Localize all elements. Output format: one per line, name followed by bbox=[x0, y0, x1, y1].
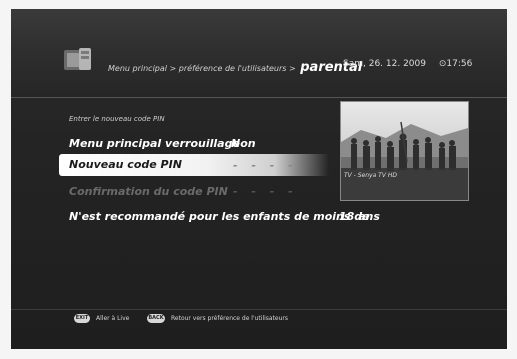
date-text: Sam, 26. 12. 2009 bbox=[343, 59, 426, 69]
confirm-pin-label: Confirmation du code PIN bbox=[69, 185, 228, 198]
back-key-icon[interactable]: BACK bbox=[147, 314, 165, 323]
confirm-pin-row[interactable]: Confirmation du code PIN - - - - bbox=[69, 185, 309, 201]
breadcrumb: Menu principal > préférence de l'utilisa… bbox=[108, 60, 362, 75]
live-tv-image bbox=[341, 102, 468, 200]
new-pin-row[interactable]: Nouveau code PIN - - - - bbox=[59, 154, 329, 176]
header-bar: Menu principal > préférence de l'utilisa… bbox=[11, 9, 507, 97]
time-text: 17:56 bbox=[446, 59, 473, 69]
date-time: Sam, 26. 12. 2009 ⊙17:56 bbox=[343, 59, 472, 69]
tv-menu-screen: Menu principal > préférence de l'utilisa… bbox=[11, 9, 507, 349]
menu-lock-row[interactable]: Menu principal verrouillage Non bbox=[69, 137, 309, 153]
age-rating-label: N'est recommandé pour les enfants de moi… bbox=[69, 210, 370, 223]
breadcrumb-path: Menu principal > préférence de l'utilisa… bbox=[108, 64, 296, 73]
menu-lock-value[interactable]: Non bbox=[231, 137, 256, 150]
menu-lock-label: Menu principal verrouillage bbox=[69, 137, 240, 150]
parental-settings-icon bbox=[64, 48, 91, 70]
channel-caption: TV - Senya TV HD bbox=[344, 172, 397, 179]
new-pin-label: Nouveau code PIN bbox=[69, 158, 182, 171]
exit-key-icon[interactable]: EXIT bbox=[74, 314, 90, 323]
age-rating-row[interactable]: N'est recommandé pour les enfants de moi… bbox=[69, 210, 380, 226]
age-rating-value[interactable]: 18 ans bbox=[339, 210, 380, 223]
new-pin-input[interactable]: - - - - bbox=[233, 159, 298, 172]
header-divider bbox=[11, 97, 507, 98]
tv-preview-window bbox=[340, 101, 469, 201]
footer-divider bbox=[11, 309, 507, 310]
exit-hint: Aller à Live bbox=[96, 315, 130, 322]
confirm-pin-input[interactable]: - - - - bbox=[233, 185, 298, 198]
back-hint: Retour vers préférence de l'utilisateurs bbox=[171, 315, 289, 322]
instruction-text: Entrer le nouveau code PIN bbox=[69, 115, 165, 123]
